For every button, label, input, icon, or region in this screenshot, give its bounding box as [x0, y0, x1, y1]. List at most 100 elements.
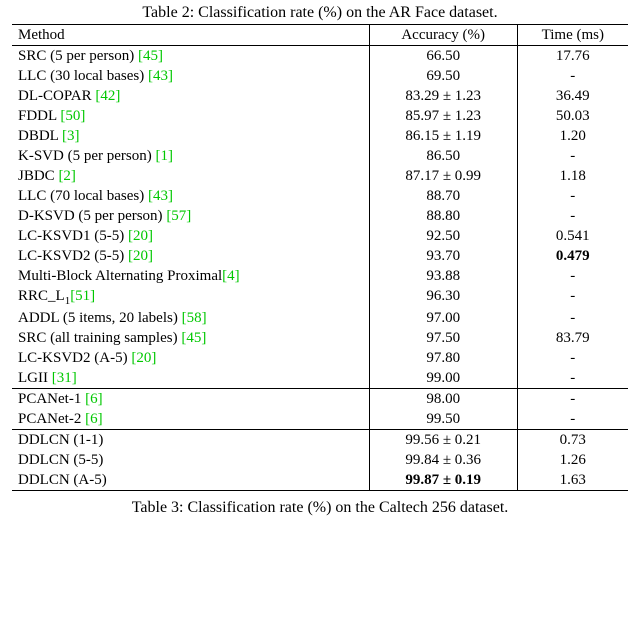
table-row: PCANet-1 [6]98.00-	[12, 389, 628, 410]
citation-link[interactable]: [20]	[131, 350, 156, 366]
time-cell: 17.76	[517, 46, 628, 67]
accuracy-cell: 99.84 ± 0.36	[369, 450, 517, 470]
accuracy-cell: 93.88	[369, 266, 517, 286]
method-cell: D-KSVD (5 per person) [57]	[12, 206, 369, 226]
table-row: SRC (5 per person) [45]66.5017.76	[12, 46, 628, 67]
citation-link[interactable]: [51]	[70, 288, 95, 304]
table-row: DL-COPAR [42]83.29 ± 1.2336.49	[12, 86, 628, 106]
citation-link[interactable]: [42]	[95, 88, 120, 104]
method-cell: SRC (5 per person) [45]	[12, 46, 369, 67]
header-method: Method	[12, 25, 369, 46]
time-cell: 1.18	[517, 166, 628, 186]
time-cell: -	[517, 66, 628, 86]
method-cell: PCANet-1 [6]	[12, 389, 369, 410]
time-cell: 0.541	[517, 226, 628, 246]
method-cell: JBDC [2]	[12, 166, 369, 186]
accuracy-cell: 99.00	[369, 368, 517, 389]
method-cell: DBDL [3]	[12, 126, 369, 146]
method-cell: FDDL [50]	[12, 106, 369, 126]
accuracy-cell: 98.00	[369, 389, 517, 410]
method-cell: LC-KSVD1 (5-5) [20]	[12, 226, 369, 246]
table-row: RRC_L1[51]96.30-	[12, 286, 628, 308]
citation-link[interactable]: [58]	[182, 310, 207, 326]
accuracy-cell: 69.50	[369, 66, 517, 86]
time-cell: 0.479	[517, 246, 628, 266]
table-row: DBDL [3]86.15 ± 1.191.20	[12, 126, 628, 146]
accuracy-cell: 86.15 ± 1.19	[369, 126, 517, 146]
time-cell: 1.26	[517, 450, 628, 470]
method-cell: LLC (70 local bases) [43]	[12, 186, 369, 206]
method-cell: ADDL (5 items, 20 labels) [58]	[12, 308, 369, 328]
accuracy-cell: 93.70	[369, 246, 517, 266]
table-row: Multi-Block Alternating Proximal[4]93.88…	[12, 266, 628, 286]
accuracy-cell: 83.29 ± 1.23	[369, 86, 517, 106]
next-table-caption: Table 3: Classification rate (%) on the …	[12, 499, 628, 517]
accuracy-cell: 66.50	[369, 46, 517, 67]
time-cell: 50.03	[517, 106, 628, 126]
table-row: LLC (70 local bases) [43]88.70-	[12, 186, 628, 206]
table-row: LC-KSVD2 (A-5) [20]97.80-	[12, 348, 628, 368]
time-cell: 83.79	[517, 328, 628, 348]
time-cell: -	[517, 368, 628, 389]
method-cell: PCANet-2 [6]	[12, 409, 369, 430]
accuracy-cell: 86.50	[369, 146, 517, 166]
time-cell: -	[517, 409, 628, 430]
results-table: Method Accuracy (%) Time (ms) SRC (5 per…	[12, 24, 628, 491]
table-caption: Table 2: Classification rate (%) on the …	[12, 4, 628, 22]
accuracy-cell: 99.50	[369, 409, 517, 430]
table-header-row: Method Accuracy (%) Time (ms)	[12, 25, 628, 46]
table-row: SRC (all training samples) [45]97.5083.7…	[12, 328, 628, 348]
accuracy-cell: 99.56 ± 0.21	[369, 430, 517, 451]
table-row: LGII [31]99.00-	[12, 368, 628, 389]
header-accuracy: Accuracy (%)	[369, 25, 517, 46]
method-cell: LC-KSVD2 (5-5) [20]	[12, 246, 369, 266]
citation-link[interactable]: [43]	[148, 68, 173, 84]
citation-link[interactable]: [20]	[128, 228, 153, 244]
table-row: DDLCN (5-5)99.84 ± 0.361.26	[12, 450, 628, 470]
citation-link[interactable]: [1]	[155, 148, 173, 164]
table-row: LLC (30 local bases) [43]69.50-	[12, 66, 628, 86]
accuracy-cell: 97.00	[369, 308, 517, 328]
citation-link[interactable]: [20]	[128, 248, 153, 264]
method-cell: LGII [31]	[12, 368, 369, 389]
table-row: K-SVD (5 per person) [1]86.50-	[12, 146, 628, 166]
table-row: DDLCN (1-1)99.56 ± 0.210.73	[12, 430, 628, 451]
accuracy-cell: 99.87 ± 0.19	[369, 470, 517, 491]
time-cell: -	[517, 286, 628, 308]
citation-link[interactable]: [4]	[222, 268, 240, 284]
citation-link[interactable]: [57]	[166, 208, 191, 224]
accuracy-cell: 87.17 ± 0.99	[369, 166, 517, 186]
method-cell: DDLCN (5-5)	[12, 450, 369, 470]
citation-link[interactable]: [50]	[60, 108, 85, 124]
accuracy-cell: 88.80	[369, 206, 517, 226]
method-cell: LC-KSVD2 (A-5) [20]	[12, 348, 369, 368]
header-time: Time (ms)	[517, 25, 628, 46]
time-cell: 1.63	[517, 470, 628, 491]
table-row: LC-KSVD2 (5-5) [20]93.700.479	[12, 246, 628, 266]
method-cell: DDLCN (A-5)	[12, 470, 369, 491]
accuracy-cell: 97.50	[369, 328, 517, 348]
accuracy-cell: 92.50	[369, 226, 517, 246]
time-cell: -	[517, 348, 628, 368]
time-cell: -	[517, 146, 628, 166]
citation-link[interactable]: [45]	[138, 48, 163, 64]
method-cell: Multi-Block Alternating Proximal[4]	[12, 266, 369, 286]
citation-link[interactable]: [6]	[85, 411, 103, 427]
time-cell: -	[517, 266, 628, 286]
method-cell: SRC (all training samples) [45]	[12, 328, 369, 348]
table-row: FDDL [50]85.97 ± 1.2350.03	[12, 106, 628, 126]
citation-link[interactable]: [3]	[62, 128, 80, 144]
table-row: PCANet-2 [6]99.50-	[12, 409, 628, 430]
citation-link[interactable]: [31]	[52, 370, 77, 386]
table-row: ADDL (5 items, 20 labels) [58]97.00-	[12, 308, 628, 328]
citation-link[interactable]: [2]	[58, 168, 76, 184]
accuracy-cell: 96.30	[369, 286, 517, 308]
table-row: D-KSVD (5 per person) [57]88.80-	[12, 206, 628, 226]
table-row: DDLCN (A-5)99.87 ± 0.191.63	[12, 470, 628, 491]
citation-link[interactable]: [43]	[148, 188, 173, 204]
citation-link[interactable]: [6]	[85, 391, 103, 407]
accuracy-cell: 85.97 ± 1.23	[369, 106, 517, 126]
citation-link[interactable]: [45]	[181, 330, 206, 346]
time-cell: -	[517, 206, 628, 226]
method-cell: RRC_L1[51]	[12, 286, 369, 308]
